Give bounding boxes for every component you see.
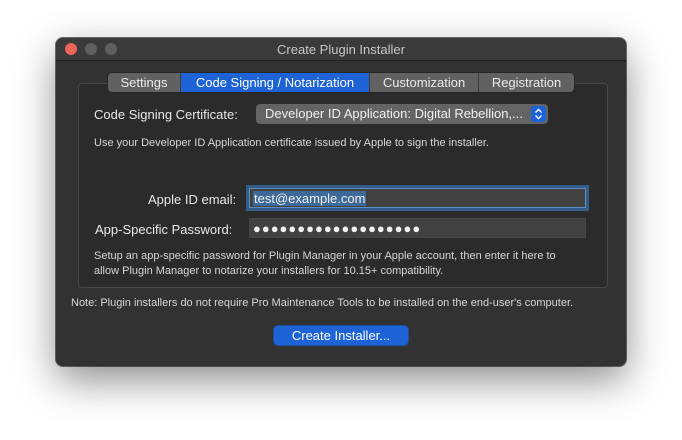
tab-registration[interactable]: Registration <box>479 73 574 92</box>
app-specific-password-label: App-Specific Password: <box>95 222 233 237</box>
password-help-line-1: Setup an app-specific password for Plugi… <box>94 250 556 262</box>
popup-stepper-icon <box>531 106 546 122</box>
email-selected-text: test@example.com <box>253 191 367 206</box>
certificate-help-text: Use your Developer ID Application certif… <box>94 137 489 149</box>
tab-bar: Settings Code Signing / Notarization Cus… <box>108 73 574 92</box>
certificate-popup-button[interactable]: Developer ID Application: Digital Rebell… <box>256 104 548 124</box>
tab-code-signing-notarization[interactable]: Code Signing / Notarization <box>181 73 370 92</box>
password-help-line-2: allow Plugin Manager to notarize your in… <box>94 265 444 277</box>
certificate-selected-value: Developer ID Application: Digital Rebell… <box>265 106 523 121</box>
create-plugin-installer-window: Create Plugin Installer Settings Code Si… <box>56 38 626 366</box>
app-specific-password-field[interactable]: ●●●●●●●●●●●●●●●●●●● <box>249 218 586 238</box>
certificate-label: Code Signing Certificate: <box>94 107 238 122</box>
window-title: Create Plugin Installer <box>277 42 405 57</box>
apple-id-email-field[interactable]: test@example.com <box>249 188 586 208</box>
create-installer-button[interactable]: Create Installer... <box>274 326 408 345</box>
tab-settings[interactable]: Settings <box>108 73 181 92</box>
title-bar: Create Plugin Installer <box>56 38 626 61</box>
apple-id-email-label: Apple ID email: <box>148 192 237 207</box>
installer-note: Note: Plugin installers do not require P… <box>71 297 574 309</box>
tab-customization[interactable]: Customization <box>370 73 479 92</box>
